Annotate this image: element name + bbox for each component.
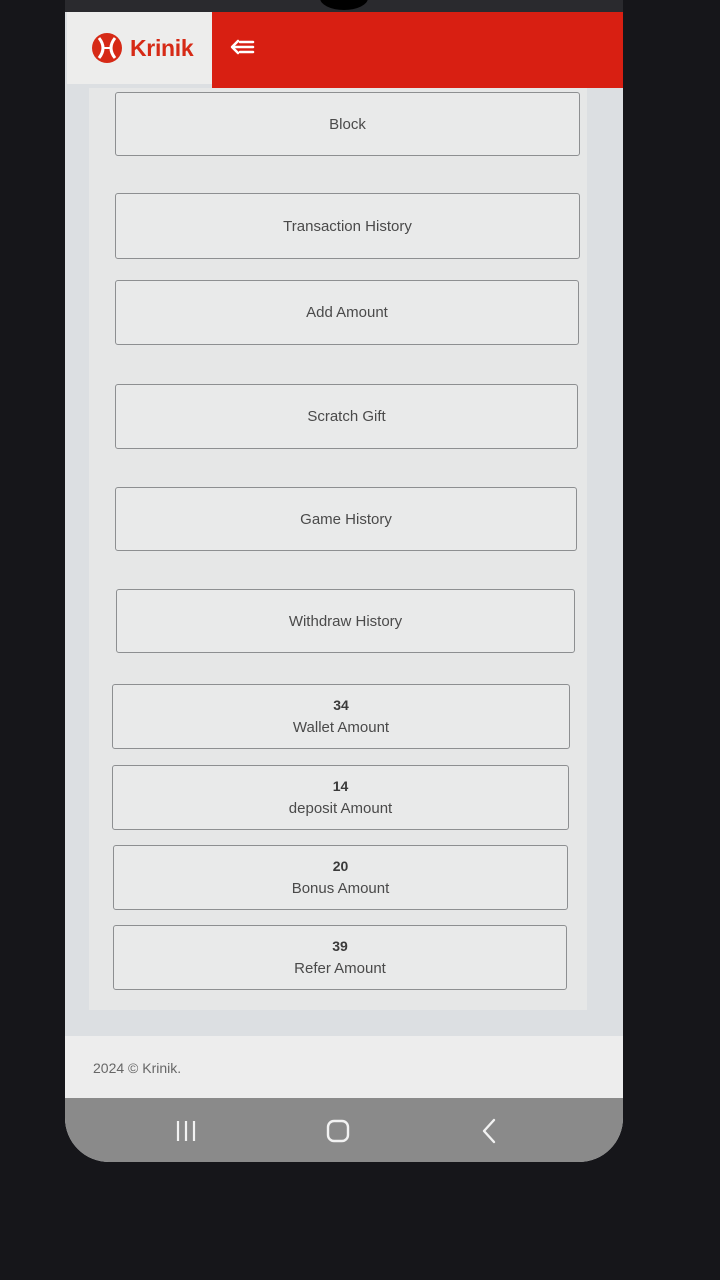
transaction-history-button-label: Transaction History — [283, 217, 412, 235]
add-amount-button[interactable]: Add Amount — [115, 280, 579, 345]
recents-icon[interactable] — [169, 1116, 203, 1146]
back-icon[interactable] — [473, 1116, 507, 1146]
refer-amount-label: Refer Amount — [294, 960, 386, 977]
system-navigation-bar — [65, 1098, 623, 1162]
scratch-gift-button-label: Scratch Gift — [307, 408, 386, 425]
bonus-amount-value: 20 — [332, 858, 349, 874]
withdraw-history-button[interactable]: Withdraw History — [116, 589, 575, 653]
block-button-label: Block — [329, 115, 366, 133]
transaction-history-button[interactable]: Transaction History — [115, 193, 580, 259]
refer-amount-value: 39 — [332, 938, 348, 954]
app-header — [212, 12, 623, 88]
deposit-amount-value: 14 — [332, 778, 349, 794]
game-history-button[interactable]: Game History — [115, 487, 577, 551]
home-icon[interactable] — [321, 1116, 355, 1146]
wallet-amount-value: 34 — [333, 697, 349, 713]
deposit-amount-card[interactable]: 14 deposit Amount — [112, 765, 569, 830]
wallet-amount-label: Wallet Amount — [292, 719, 390, 736]
add-amount-button-label: Add Amount — [306, 304, 388, 321]
wallet-amount-card[interactable]: 34 Wallet Amount — [112, 684, 570, 749]
bonus-amount-card[interactable]: 20 Bonus Amount — [113, 845, 568, 910]
menu-collapse-icon[interactable] — [230, 36, 256, 58]
phone-screen: Krinik Block Transaction History Add Amo… — [65, 0, 623, 1162]
refer-amount-card[interactable]: 39 Refer Amount — [113, 925, 567, 990]
brand-logo[interactable]: Krinik — [67, 12, 212, 84]
krinik-logo-icon — [92, 33, 122, 63]
footer-copyright: 2024 © Krinik. — [93, 1060, 182, 1076]
block-button[interactable]: Block — [115, 92, 580, 156]
brand-name: Krinik — [130, 34, 194, 61]
bonus-amount-label: Bonus Amount — [291, 880, 390, 897]
withdraw-history-button-label: Withdraw History — [288, 612, 403, 630]
scratch-gift-button[interactable]: Scratch Gift — [115, 384, 578, 449]
game-history-button-label: Game History — [300, 510, 392, 528]
deposit-amount-label: deposit Amount — [288, 800, 393, 817]
